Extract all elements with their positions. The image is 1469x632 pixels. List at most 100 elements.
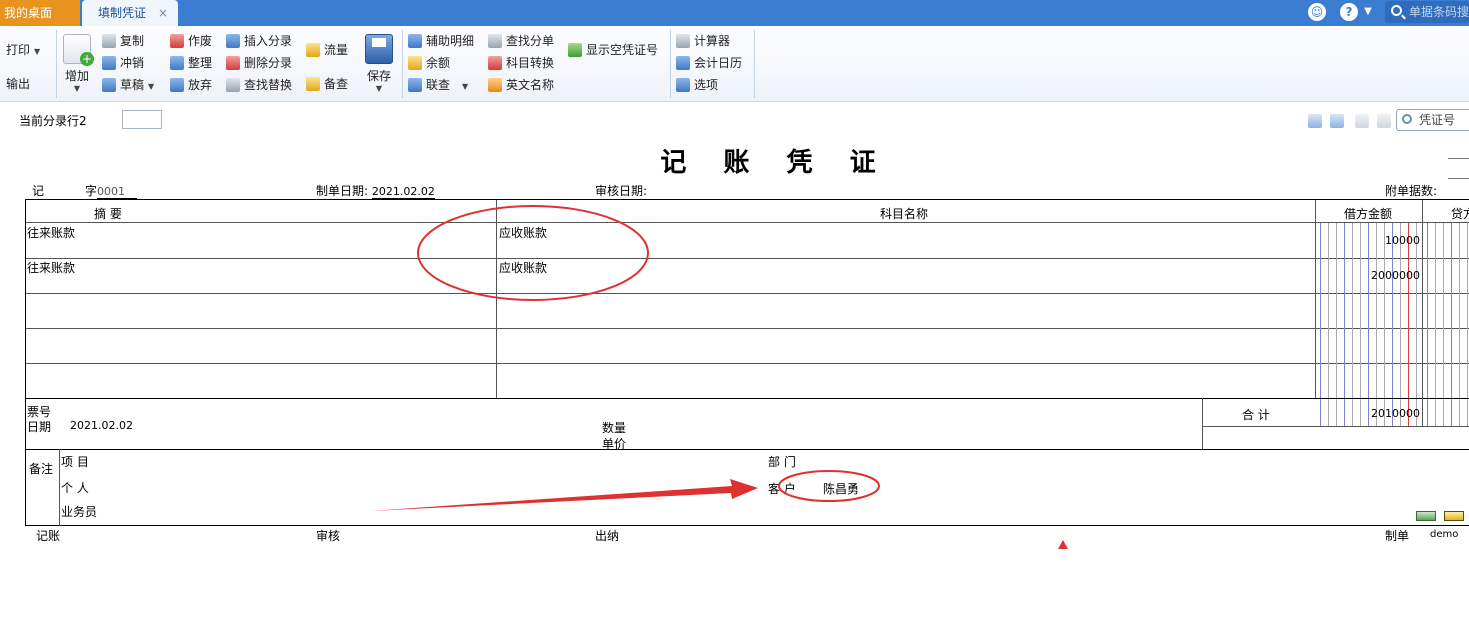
- chevron-down-icon: ▼: [148, 82, 155, 91]
- balance-label: 余额: [426, 56, 451, 70]
- acct-calendar-button[interactable]: 会计日历: [676, 53, 742, 73]
- print-label: 打印: [6, 43, 31, 57]
- row2-summary[interactable]: 往来账款: [27, 259, 75, 276]
- divider: [1202, 426, 1469, 427]
- voucher-number-field[interactable]: 0001: [97, 185, 138, 199]
- options-button[interactable]: 选项: [676, 75, 718, 95]
- make-date-field[interactable]: 2021.02.02: [371, 185, 435, 199]
- link-query-icon: [408, 78, 422, 92]
- output-button[interactable]: 输出: [6, 74, 30, 94]
- link-query-button[interactable]: 联查 ▼: [408, 75, 468, 95]
- discard-icon: [170, 78, 184, 92]
- edit-note-icon[interactable]: [1444, 511, 1464, 521]
- subject-convert-button[interactable]: 科目转换: [488, 53, 554, 73]
- last-record-icon[interactable]: [1377, 114, 1391, 128]
- unit-price-label: 单价: [602, 437, 627, 451]
- debit-amount-grid: [1316, 223, 1422, 398]
- row1-summary[interactable]: 往来账款: [27, 224, 75, 241]
- copy-button[interactable]: 复制: [102, 31, 144, 51]
- row2-subject[interactable]: 应收账款: [499, 259, 547, 276]
- save-button[interactable]: 保存 ▼: [364, 34, 394, 93]
- help-icon[interactable]: ?: [1340, 3, 1358, 21]
- row1-subject[interactable]: 应收账款: [499, 224, 547, 241]
- flow-button[interactable]: 流量: [306, 40, 348, 60]
- english-name-label: 英文名称: [506, 78, 555, 92]
- col-credit-header: 贷方: [1451, 207, 1469, 221]
- find-replace-button[interactable]: 查找替换: [226, 75, 292, 95]
- current-row-field[interactable]: [122, 110, 162, 129]
- total-label: 合 计: [1242, 408, 1270, 422]
- maker-label: 制单: [1385, 529, 1410, 543]
- divider: [1202, 398, 1203, 449]
- customer-value[interactable]: 陈昌勇: [823, 480, 859, 497]
- balance-button[interactable]: 余额: [408, 53, 450, 73]
- make-date: 制单日期: 2021.02.02: [316, 182, 435, 199]
- attachment-icon[interactable]: [1416, 511, 1436, 521]
- show-empty-voucher-no-button[interactable]: 显示空凭证号: [568, 40, 658, 60]
- credit-amount-grid: [1423, 223, 1469, 398]
- date2-value[interactable]: 2021.02.02: [70, 419, 133, 432]
- quantity-label: 数量: [602, 421, 627, 435]
- reference-label: 备查: [324, 77, 349, 91]
- calculator-icon: [676, 34, 690, 48]
- voucher-title: 记 账 凭 证: [660, 148, 890, 178]
- draft-button[interactable]: 草稿 ▼: [102, 75, 154, 95]
- insert-entry-button[interactable]: 插入分录: [226, 31, 292, 51]
- row2-debit[interactable]: 2000000: [1316, 269, 1420, 282]
- aux-detail-button[interactable]: 辅助明细: [408, 31, 474, 51]
- discard-button[interactable]: 放弃: [170, 75, 212, 95]
- english-name-button[interactable]: 英文名称: [488, 75, 554, 95]
- void-label: 作废: [188, 34, 213, 48]
- divider: [26, 328, 1469, 329]
- zi-text: 字: [85, 184, 98, 198]
- tidy-button[interactable]: 整理: [170, 53, 212, 73]
- reverse-button[interactable]: 冲销: [102, 53, 144, 73]
- total-debit-value: 2010000: [1371, 407, 1420, 420]
- top-bar: 我的桌面 填制凭证 × ☺ ? ▼ 单据条码搜: [0, 0, 1469, 26]
- row1-debit[interactable]: 10000: [1316, 234, 1420, 247]
- copy-icon: [102, 34, 116, 48]
- divider: [26, 449, 1469, 450]
- subject-convert-icon: [488, 56, 502, 70]
- calculator-button[interactable]: 计算器: [676, 31, 730, 51]
- divider: [26, 398, 1469, 399]
- make-date-label: 制单日期:: [316, 184, 369, 198]
- reference-button[interactable]: 备查: [306, 74, 348, 94]
- divider: [26, 258, 1469, 259]
- print-button[interactable]: 打印 ▼: [6, 40, 40, 60]
- english-name-icon: [488, 78, 502, 92]
- find-entry-icon: [488, 34, 502, 48]
- add-label: 增加: [64, 69, 89, 83]
- ribbon-divider: [402, 30, 403, 98]
- total-credit-grid: [1423, 399, 1469, 426]
- ribbon-divider: [670, 30, 671, 98]
- acct-calendar-label: 会计日历: [694, 56, 743, 70]
- next-record-icon[interactable]: [1355, 114, 1369, 128]
- voucher-type-field[interactable]: 记: [32, 182, 84, 200]
- prev-record-icon[interactable]: [1330, 114, 1344, 128]
- link-query-label: 联查: [426, 78, 451, 92]
- divider: [26, 222, 1469, 223]
- discard-label: 放弃: [188, 78, 213, 92]
- add-button[interactable]: + 增加 ▼: [62, 34, 94, 93]
- department-label: 部 门: [768, 455, 796, 469]
- voucher-type-value: 记: [32, 182, 84, 200]
- coins-icon: [408, 56, 422, 70]
- aux-detail-icon: [408, 34, 422, 48]
- ribbon-divider: [754, 30, 755, 98]
- find-entry-button[interactable]: 查找分单: [488, 31, 554, 51]
- reference-icon: [306, 77, 320, 91]
- first-record-icon[interactable]: [1308, 114, 1322, 128]
- smiley-icon[interactable]: ☺: [1308, 3, 1326, 21]
- chevron-down-icon: ▼: [73, 84, 81, 93]
- options-label: 选项: [694, 78, 719, 92]
- close-tab-icon[interactable]: ×: [158, 0, 168, 26]
- void-button[interactable]: 作废: [170, 31, 212, 51]
- dropdown-caret-icon[interactable]: ▼: [1359, 3, 1377, 21]
- red-marker-icon: [1058, 540, 1068, 549]
- audit-date-label: 审核日期:: [595, 184, 648, 198]
- tab-my-desktop[interactable]: 我的桌面: [0, 0, 80, 26]
- date2-label: 日期: [27, 420, 52, 434]
- ribbon-toolbar: 打印 ▼ 输出 + 增加 ▼ 复制 冲销 草稿 ▼ 作废 整理 放弃 插入分录 删除分…: [0, 26, 1469, 102]
- delete-entry-button[interactable]: 删除分录: [226, 53, 292, 73]
